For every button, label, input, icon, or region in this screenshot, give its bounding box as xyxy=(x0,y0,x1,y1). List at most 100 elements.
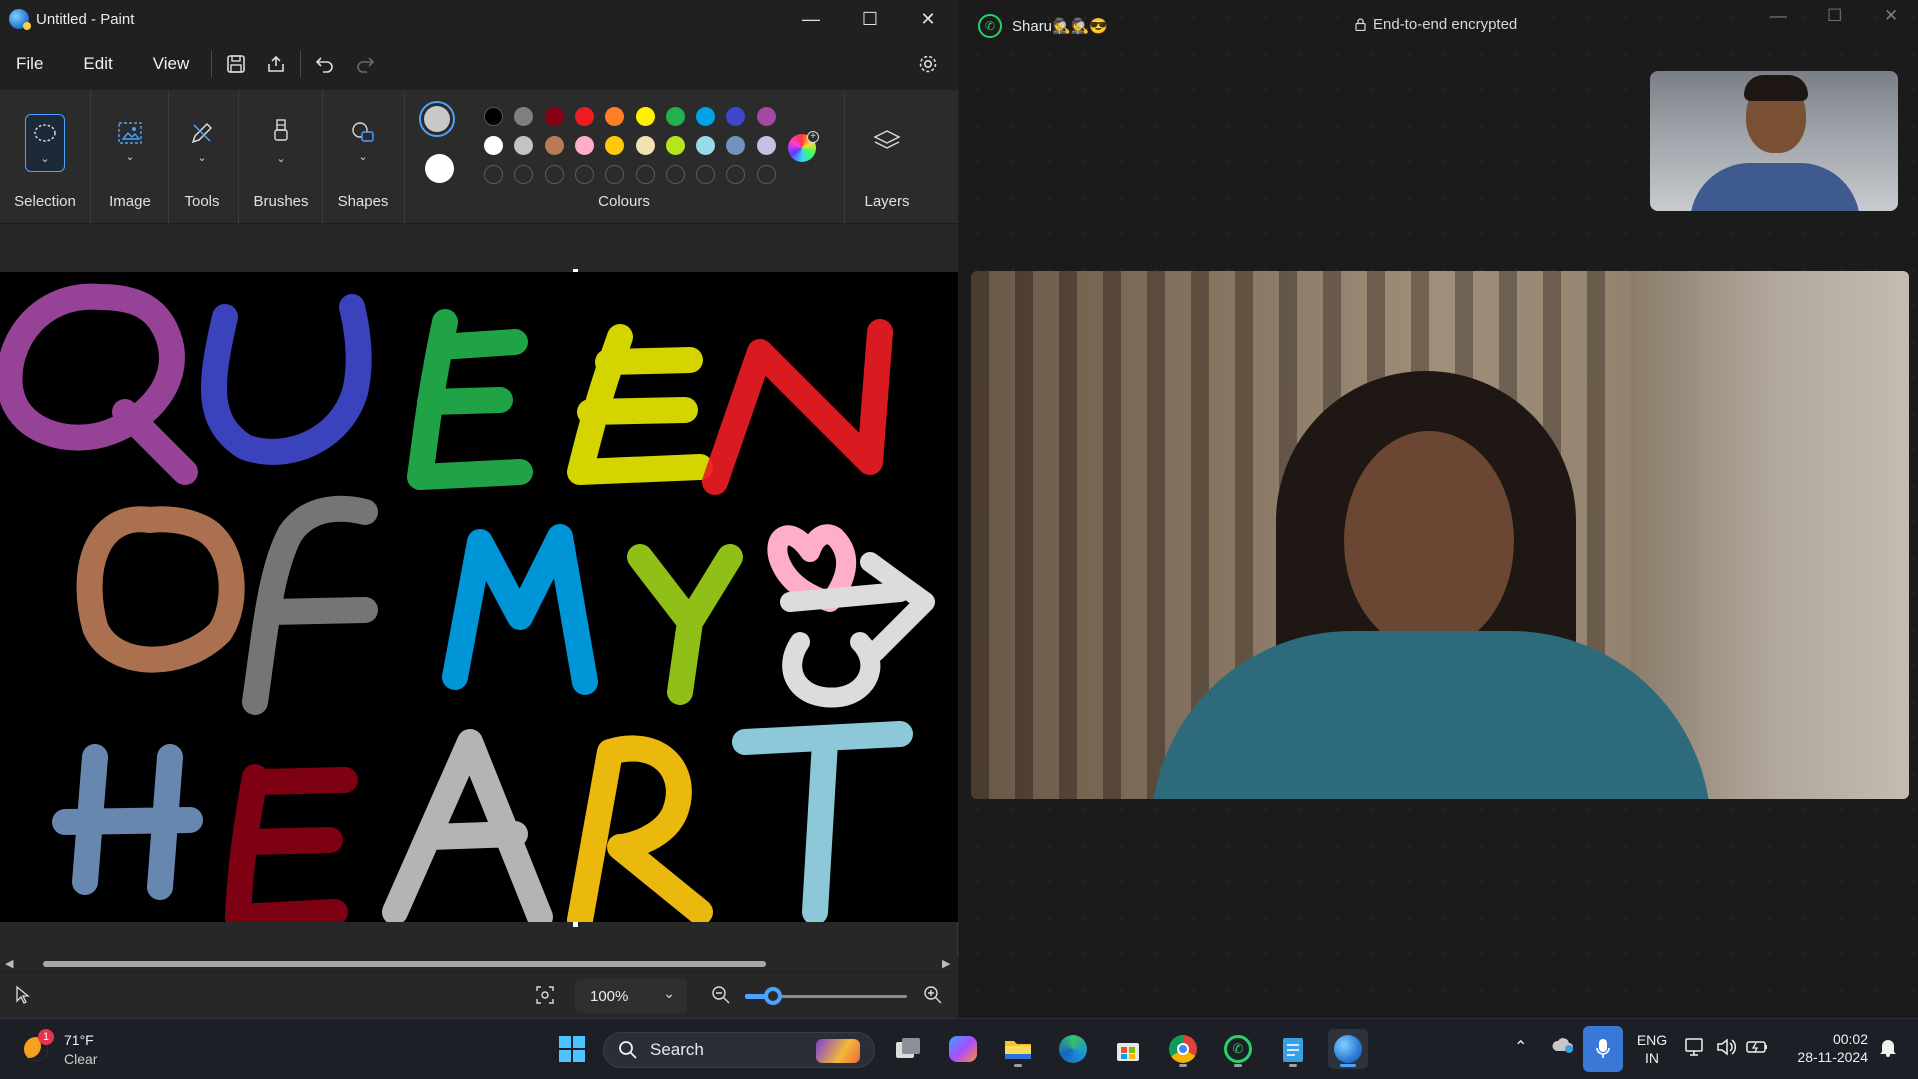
custom-colour-slot[interactable] xyxy=(635,165,655,184)
palette-swatch[interactable] xyxy=(635,107,655,126)
lock-icon xyxy=(1355,18,1366,31)
palette-swatch[interactable] xyxy=(696,136,716,155)
settings-gear-icon[interactable] xyxy=(908,46,948,82)
primary-colour-swatch[interactable] xyxy=(419,101,455,137)
painted-letter-y xyxy=(627,544,743,705)
palette-swatch[interactable] xyxy=(484,107,503,126)
edit-colours-icon[interactable]: + xyxy=(788,131,819,162)
microphone-in-use-button[interactable] xyxy=(1583,1026,1623,1072)
zoom-slider-knob[interactable] xyxy=(764,987,782,1005)
microsoft-store-button[interactable] xyxy=(1108,1029,1148,1069)
paint-menubar: File Edit View xyxy=(0,38,958,90)
scroll-right-arrow-icon[interactable]: ▶ xyxy=(942,957,950,970)
palette-swatch[interactable] xyxy=(696,107,716,126)
custom-colour-slot[interactable] xyxy=(574,165,594,184)
minimize-button[interactable]: — xyxy=(782,0,840,38)
notification-bell-icon[interactable] xyxy=(1878,1037,1898,1062)
palette-swatch[interactable] xyxy=(574,107,594,126)
share-icon[interactable] xyxy=(256,46,296,82)
custom-colour-slot[interactable] xyxy=(756,165,776,184)
battery-icon[interactable] xyxy=(1745,1037,1769,1062)
shapes-group[interactable]: ⌄ Shapes xyxy=(328,90,398,224)
zoom-level-select[interactable]: 100% ⌄ xyxy=(575,979,687,1013)
zoom-out-icon[interactable] xyxy=(711,985,731,1010)
painted-letter-a xyxy=(382,729,553,922)
paint-titlebar: Untitled - Paint — ☐ ✕ xyxy=(0,0,958,38)
palette-swatch[interactable] xyxy=(574,136,594,155)
clock-time: 00:02 xyxy=(1832,1031,1868,1047)
custom-colour-slot[interactable] xyxy=(696,165,716,184)
chevron-down-icon: ⌄ xyxy=(197,151,207,164)
palette-swatch[interactable] xyxy=(756,136,776,155)
drawing-canvas[interactable] xyxy=(0,272,958,922)
menu-file[interactable]: File xyxy=(2,48,57,80)
palette-swatch[interactable] xyxy=(756,107,776,126)
horizontal-scrollbar[interactable]: ◀ ▶ xyxy=(0,956,958,972)
brushes-group[interactable]: ⌄ Brushes xyxy=(246,90,316,224)
canvas-resize-handle-bottom[interactable] xyxy=(573,922,578,927)
palette-swatch[interactable] xyxy=(635,136,655,155)
palette-swatch[interactable] xyxy=(665,107,685,126)
start-button[interactable] xyxy=(552,1029,592,1069)
running-indicator xyxy=(1234,1064,1242,1067)
paint-taskbar-button[interactable] xyxy=(1328,1029,1368,1069)
image-icon[interactable]: ⌄ xyxy=(110,112,150,170)
custom-colour-slot[interactable] xyxy=(665,165,685,184)
redo-icon[interactable] xyxy=(345,46,385,82)
copilot-button[interactable] xyxy=(943,1029,983,1069)
custom-colour-slot[interactable] xyxy=(484,165,503,184)
secondary-colour-swatch[interactable] xyxy=(425,154,454,183)
custom-colour-slot[interactable] xyxy=(544,165,564,184)
painted-letter-u xyxy=(201,294,372,465)
scrollbar-thumb[interactable] xyxy=(43,961,766,967)
painted-letter-r xyxy=(567,735,713,922)
palette-swatch[interactable] xyxy=(544,107,564,126)
tools-group[interactable]: ⌄ Tools xyxy=(174,90,230,224)
menu-edit[interactable]: Edit xyxy=(69,48,126,80)
self-video-preview[interactable] xyxy=(1650,71,1898,211)
menu-view[interactable]: View xyxy=(139,48,204,80)
network-icon[interactable] xyxy=(1684,1037,1706,1062)
taskbar-search-box[interactable]: Search xyxy=(603,1032,875,1068)
palette-swatch[interactable] xyxy=(484,136,503,155)
palette-swatch[interactable] xyxy=(665,136,685,155)
edge-browser-button[interactable] xyxy=(1053,1029,1093,1069)
task-view-button[interactable] xyxy=(888,1029,928,1069)
brush-icon[interactable]: ⌄ xyxy=(261,112,301,170)
file-explorer-button[interactable] xyxy=(998,1029,1038,1069)
fit-to-window-icon[interactable] xyxy=(535,985,555,1010)
task-view-icon xyxy=(896,1038,920,1058)
paint-window: Untitled - Paint — ☐ ✕ File Edit View ⌄ … xyxy=(0,0,958,1018)
chevron-down-icon: ⌄ xyxy=(276,152,286,165)
minimize-button[interactable]: — xyxy=(1770,6,1787,26)
maximize-button[interactable]: ☐ xyxy=(1827,6,1842,26)
layers-group[interactable]: Layers xyxy=(852,90,922,224)
language-indicator[interactable]: ENG IN xyxy=(1634,1031,1670,1067)
maximize-button[interactable]: ☐ xyxy=(841,0,899,38)
undo-icon[interactable] xyxy=(305,46,345,82)
paint-statusbar: 100% ⌄ xyxy=(0,972,958,1018)
selection-group[interactable]: ⌄ Selection xyxy=(0,90,90,224)
save-icon[interactable] xyxy=(216,46,256,82)
notepad-button[interactable] xyxy=(1273,1029,1313,1069)
onedrive-cloud-icon[interactable] xyxy=(1551,1035,1575,1060)
clock[interactable]: 00:02 28-11-2024 xyxy=(1778,1030,1868,1066)
scroll-left-arrow-icon[interactable]: ◀ xyxy=(5,957,13,970)
palette-swatch[interactable] xyxy=(544,136,564,155)
chrome-button[interactable] xyxy=(1163,1029,1203,1069)
show-hidden-icons-chevron-icon[interactable]: ⌃ xyxy=(1514,1037,1527,1057)
image-group[interactable]: ⌄ Image xyxy=(100,90,160,224)
close-button[interactable]: ✕ xyxy=(899,0,957,38)
zoom-in-icon[interactable] xyxy=(923,985,943,1010)
volume-icon[interactable] xyxy=(1715,1037,1737,1062)
whatsapp-taskbar-button[interactable]: ✆ xyxy=(1218,1029,1258,1069)
weather-widget[interactable]: 1 71°F Clear xyxy=(18,1027,138,1071)
microphone-icon xyxy=(1596,1039,1610,1058)
layers-icon[interactable] xyxy=(867,112,907,170)
tools-pencil-icon[interactable]: ⌄ xyxy=(182,112,222,170)
whatsapp-logo-icon: ✆ xyxy=(978,14,1002,38)
lasso-select-icon[interactable]: ⌄ xyxy=(25,114,65,172)
primary-colour-fill xyxy=(424,106,450,132)
close-button[interactable]: ✕ xyxy=(1884,6,1898,26)
shapes-icon[interactable]: ⌄ xyxy=(343,112,383,170)
